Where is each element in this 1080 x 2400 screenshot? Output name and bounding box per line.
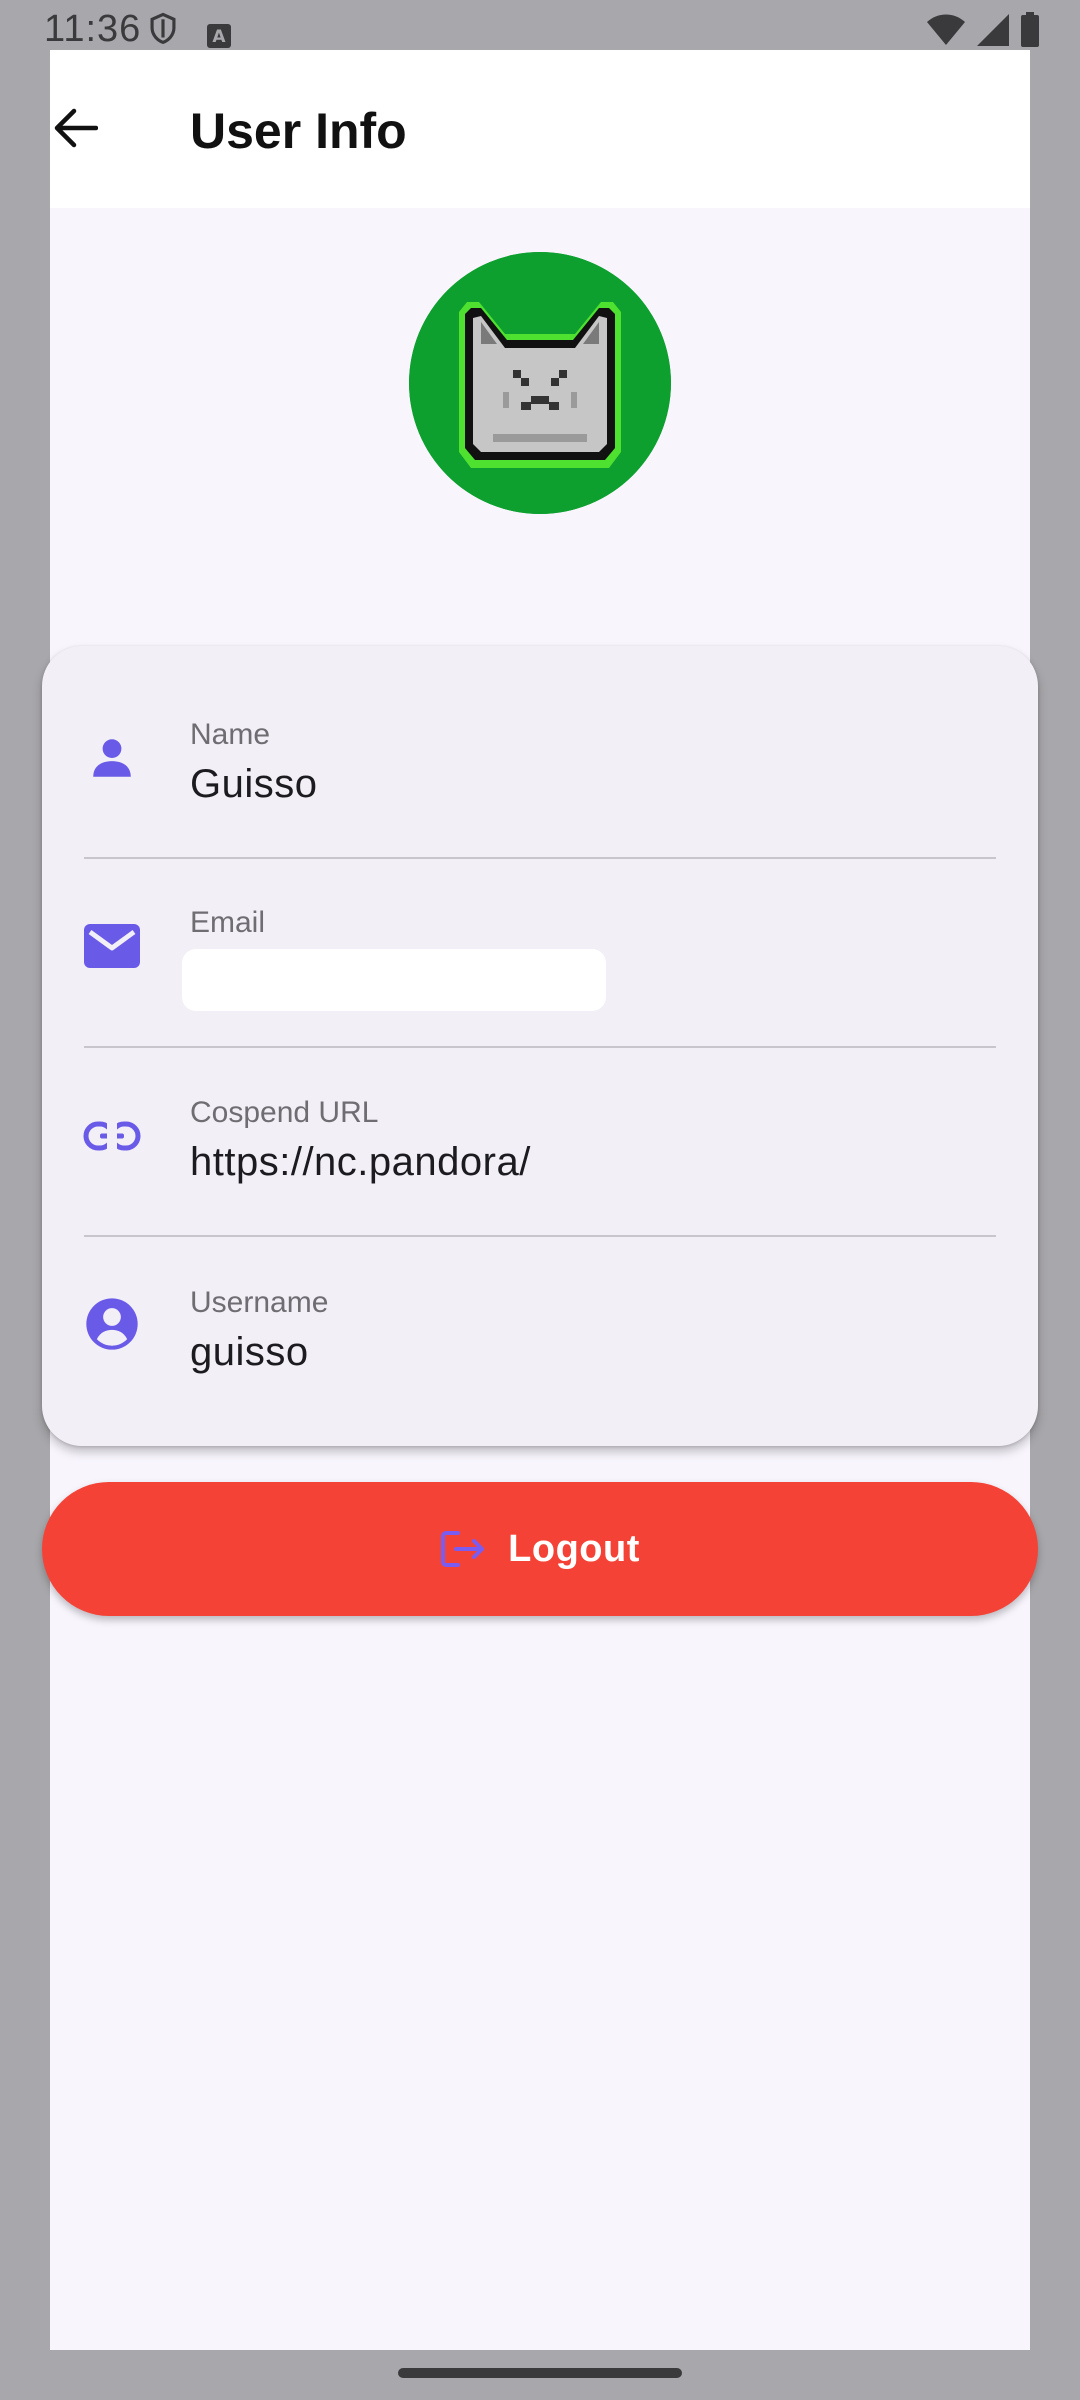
username-value: guisso xyxy=(190,1330,309,1374)
app-bar: User Info xyxy=(50,50,1030,208)
home-gesture-bar[interactable] xyxy=(398,2368,682,2378)
name-value: Guisso xyxy=(190,762,318,806)
username-label: Username xyxy=(190,1286,329,1319)
cospend-url-label: Cospend URL xyxy=(190,1096,379,1129)
back-button[interactable] xyxy=(50,100,100,156)
cospend-url-value: https://nc.pandora/ xyxy=(190,1140,531,1184)
page-title: User Info xyxy=(190,103,407,159)
user-info-card: Name Guisso Email Cospend URL https://nc… xyxy=(42,646,1038,1446)
link-icon xyxy=(80,1104,144,1168)
account-circle-icon xyxy=(80,1292,144,1356)
user-info-screen: User Info Name Guisso Email Cospend URL … xyxy=(42,50,1038,2350)
name-label: Name xyxy=(190,718,271,751)
person-icon xyxy=(80,726,144,790)
email-field[interactable] xyxy=(182,949,606,1011)
logout-icon xyxy=(441,1531,485,1567)
pixel-cat-avatar-icon xyxy=(409,252,671,514)
status-time: 11:36 xyxy=(44,8,142,50)
mail-icon xyxy=(80,914,144,978)
email-label: Email xyxy=(190,906,266,939)
arrow-left-icon xyxy=(54,108,98,148)
logout-button[interactable]: Logout xyxy=(42,1482,1038,1616)
logout-label: Logout xyxy=(508,1527,640,1570)
avatar xyxy=(409,252,671,514)
name-row: Name Guisso xyxy=(42,646,1038,834)
keyboard-a-letter: A xyxy=(212,27,226,47)
cospend-url-row: Cospend URL https://nc.pandora/ xyxy=(42,1024,1038,1212)
username-row: Username guisso xyxy=(42,1214,1038,1402)
